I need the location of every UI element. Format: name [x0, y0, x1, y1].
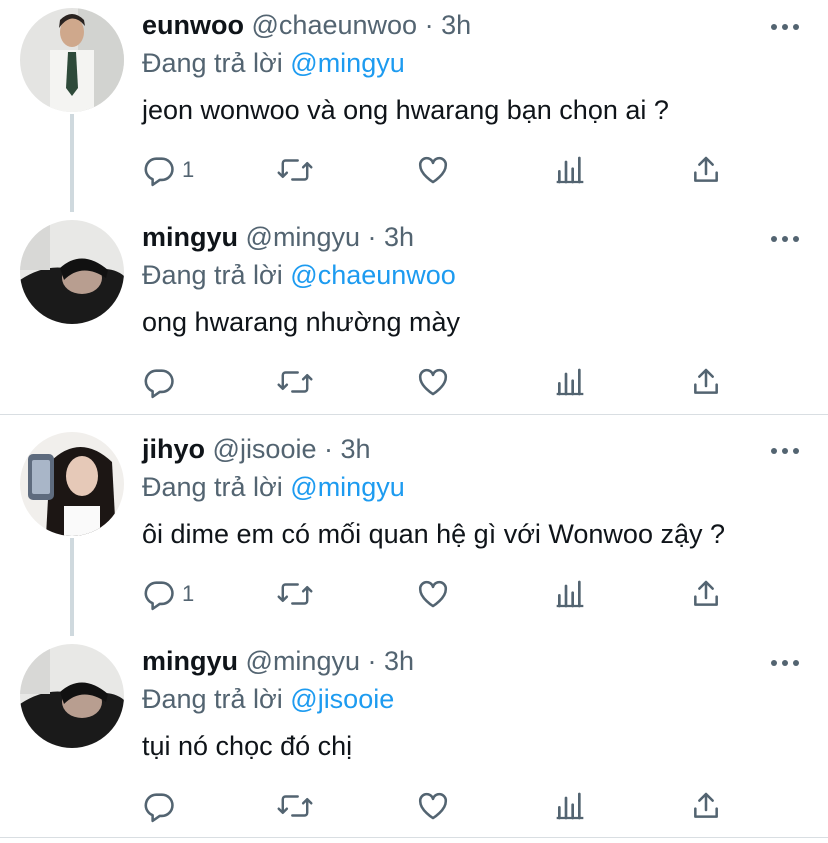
analytics-icon: [556, 792, 584, 820]
replying-to: Đang trả lời @jisooie: [142, 682, 394, 716]
separator-dot: ·: [367, 646, 377, 676]
tweet-header: mingyu @mingyu · 3h: [142, 644, 414, 678]
replying-to-mention[interactable]: @mingyu: [290, 48, 404, 78]
share-button[interactable]: [690, 150, 722, 190]
reply-icon: [144, 157, 174, 187]
reply-icon: [144, 369, 174, 399]
timestamp[interactable]: 3h: [384, 646, 414, 676]
retweet-button[interactable]: [276, 574, 314, 614]
replying-to-mention[interactable]: @jisooie: [290, 684, 394, 714]
bottom-divider: [0, 837, 828, 838]
analytics-button[interactable]: [554, 362, 586, 402]
replying-to-mention[interactable]: @mingyu: [290, 472, 404, 502]
retweet-icon: [277, 583, 313, 605]
more-icon[interactable]: [770, 22, 800, 32]
replying-to-label: Đang trả lời: [142, 472, 283, 502]
analytics-icon: [556, 368, 584, 396]
display-name[interactable]: mingyu: [142, 646, 238, 676]
retweet-icon: [277, 795, 313, 817]
analytics-button[interactable]: [554, 786, 586, 826]
like-icon: [418, 156, 448, 184]
timestamp[interactable]: 3h: [384, 222, 414, 252]
share-button[interactable]: [690, 574, 722, 614]
avatar-jihyo[interactable]: [20, 432, 124, 536]
tweet-actions: [142, 786, 742, 826]
tweet-actions: 1: [142, 574, 742, 614]
tweet-header: eunwoo @chaeunwoo · 3h: [142, 8, 471, 42]
display-name[interactable]: jihyo: [142, 434, 205, 464]
tweet-text: jeon wonwoo và ong hwarang bạn chọn ai ?: [142, 95, 669, 125]
avatar-eunwoo[interactable]: [20, 8, 124, 112]
analytics-icon: [556, 156, 584, 184]
share-icon: [694, 368, 718, 394]
thread-line: [70, 114, 74, 212]
reply-count: 1: [182, 157, 195, 182]
share-button[interactable]: [690, 786, 722, 826]
display-name[interactable]: eunwoo: [142, 10, 244, 40]
reply-button[interactable]: 1: [142, 150, 194, 190]
reply-icon: [144, 793, 174, 823]
retweet-icon: [277, 371, 313, 393]
tweet-3[interactable]: jihyo @jisooie · 3h Đang trả lời @mingyu…: [0, 424, 828, 636]
share-icon: [694, 156, 718, 182]
tweet-2[interactable]: mingyu @mingyu · 3h Đang trả lời @chaeun…: [0, 212, 828, 414]
reply-button[interactable]: [142, 362, 182, 402]
like-icon: [418, 792, 448, 820]
reply-icon: [144, 581, 174, 611]
like-button[interactable]: [415, 362, 451, 402]
retweet-icon: [277, 159, 313, 181]
separator-dot: ·: [424, 10, 434, 40]
separator-dot: ·: [324, 434, 333, 464]
avatar-mingyu[interactable]: [20, 644, 124, 748]
avatar-mingyu[interactable]: [20, 220, 124, 324]
tweet-header: jihyo @jisooie · 3h: [142, 432, 371, 466]
user-handle[interactable]: @mingyu: [246, 222, 360, 252]
tweet-4[interactable]: mingyu @mingyu · 3h Đang trả lời @jisooi…: [0, 636, 828, 838]
replying-to: Đang trả lời @mingyu: [142, 46, 405, 80]
retweet-button[interactable]: [276, 786, 314, 826]
like-icon: [418, 368, 448, 396]
share-button[interactable]: [690, 362, 722, 402]
replying-to-label: Đang trả lời: [142, 260, 283, 290]
thread-line: [70, 538, 74, 636]
more-icon[interactable]: [770, 234, 800, 244]
like-button[interactable]: [415, 150, 451, 190]
tweet-text: tụi nó chọc đó chị: [142, 731, 353, 761]
like-icon: [418, 580, 448, 608]
share-icon: [694, 580, 718, 606]
reply-button[interactable]: [142, 786, 182, 826]
replying-to-mention[interactable]: @chaeunwoo: [290, 260, 456, 290]
reply-count: 1: [182, 581, 195, 606]
retweet-button[interactable]: [276, 362, 314, 402]
more-icon[interactable]: [770, 658, 800, 668]
like-button[interactable]: [415, 786, 451, 826]
timestamp[interactable]: 3h: [441, 10, 471, 40]
replying-to: Đang trả lời @chaeunwoo: [142, 258, 456, 292]
replying-to-label: Đang trả lời: [142, 48, 283, 78]
tweet-1[interactable]: eunwoo @chaeunwoo · 3h Đang trả lời @min…: [0, 0, 828, 212]
tweet-header: mingyu @mingyu · 3h: [142, 220, 414, 254]
display-name[interactable]: mingyu: [142, 222, 238, 252]
share-icon: [694, 792, 718, 818]
tweet-text: ong hwarang nhường mày: [142, 307, 460, 337]
user-handle[interactable]: @chaeunwoo: [252, 10, 418, 40]
analytics-icon: [556, 580, 584, 608]
separator-dot: ·: [367, 222, 377, 252]
analytics-button[interactable]: [554, 574, 586, 614]
replying-to: Đang trả lời @mingyu: [142, 470, 405, 504]
reply-button[interactable]: 1: [142, 574, 194, 614]
replying-to-label: Đang trả lời: [142, 684, 283, 714]
user-handle[interactable]: @mingyu: [246, 646, 360, 676]
retweet-button[interactable]: [276, 150, 314, 190]
user-handle[interactable]: @jisooie: [213, 434, 317, 464]
tweet-actions: [142, 362, 742, 402]
tweet-text: ôi dime em có mối quan hệ gì với Wonwoo …: [142, 519, 725, 549]
analytics-button[interactable]: [554, 150, 586, 190]
like-button[interactable]: [415, 574, 451, 614]
timestamp[interactable]: 3h: [341, 434, 371, 464]
thread-divider: [0, 414, 828, 415]
tweet-actions: 1: [142, 150, 742, 190]
more-icon[interactable]: [770, 446, 800, 456]
